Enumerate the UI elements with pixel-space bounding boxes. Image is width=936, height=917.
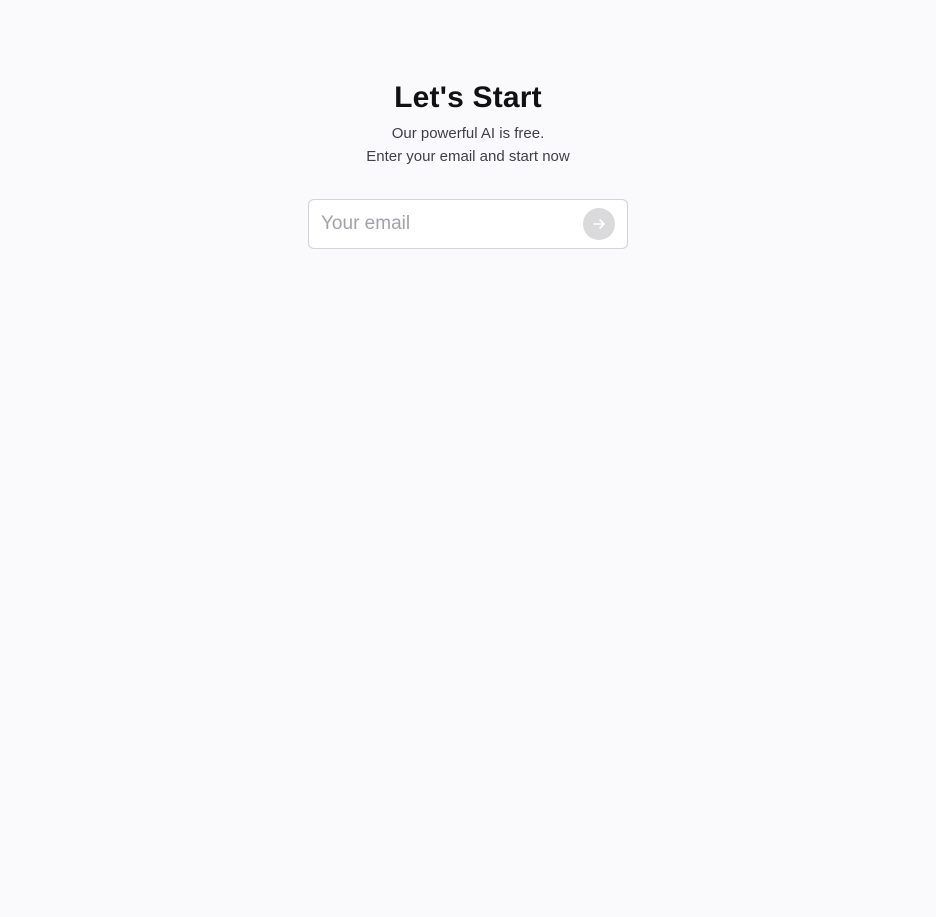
subtitle-line-2: Enter your email and start now xyxy=(366,148,570,165)
email-input[interactable] xyxy=(321,200,571,248)
subtitle-line-1: Our powerful AI is free. xyxy=(391,125,545,142)
hero-section: Let's Start Our powerful AI is free. Ent… xyxy=(0,80,936,168)
page-title: Let's Start xyxy=(394,81,542,114)
submit-button[interactable] xyxy=(583,208,615,240)
landing-page: Let's Start Our powerful AI is free. Ent… xyxy=(0,0,936,917)
email-form xyxy=(308,199,628,249)
page-subtitle: Our powerful AI is free. Enter your emai… xyxy=(0,122,936,168)
arrow-right-icon xyxy=(592,217,606,231)
